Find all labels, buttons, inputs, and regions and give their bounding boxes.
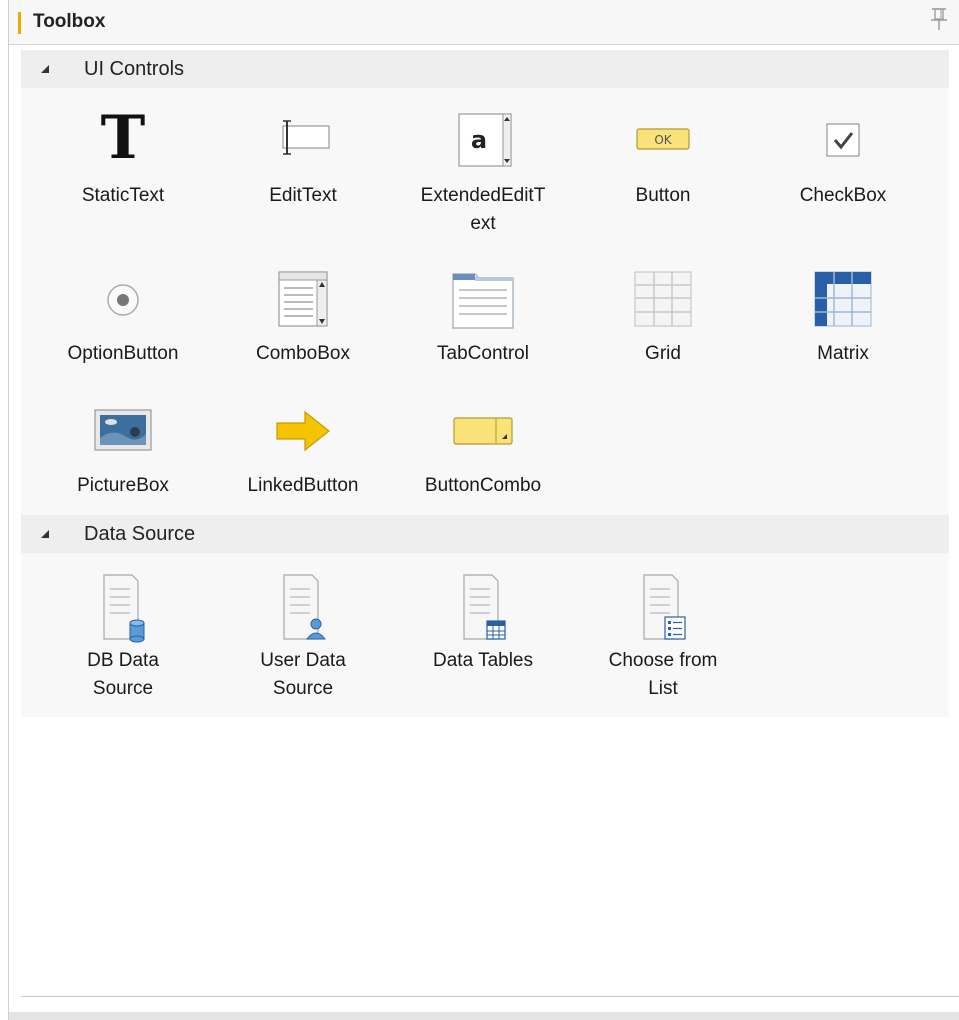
tool-checkbox[interactable]: CheckBox <box>763 88 923 238</box>
title-accent-bar <box>18 12 21 34</box>
section-body-ui-controls: T StaticText EditText a ExtendedEditT ex… <box>21 88 949 515</box>
toolbox-title: Toolbox <box>33 11 106 32</box>
tool-edit-text[interactable]: EditText <box>223 88 383 238</box>
panel-footer <box>9 1012 959 1020</box>
tool-static-text[interactable]: T StaticText <box>43 88 203 238</box>
tool-label: OptionButton <box>67 343 179 364</box>
tool-label: CheckBox <box>799 185 887 206</box>
section-label-data-source: Data Source <box>84 523 196 545</box>
tool-label: User Data Source <box>260 650 346 699</box>
tool-choose-from-list[interactable]: Choose from List <box>583 553 743 717</box>
tool-picture-box[interactable]: PictureBox <box>43 388 203 515</box>
button-combo-icon <box>453 417 513 445</box>
tool-label: ExtendedEditT ext <box>420 185 546 234</box>
tool-label: ComboBox <box>256 343 350 364</box>
tool-label: ButtonCombo <box>424 475 542 496</box>
pin-icon[interactable] <box>928 6 950 36</box>
tool-button-combo[interactable]: ButtonCombo <box>403 388 563 515</box>
tool-db-data-source[interactable]: DB Data Source <box>43 553 203 717</box>
user-data-source-icon <box>283 574 327 640</box>
tool-label: PictureBox <box>77 475 169 496</box>
tool-matrix[interactable]: Matrix <box>763 248 923 378</box>
tool-label: Button <box>635 185 691 206</box>
svg-text:a: a <box>471 126 487 154</box>
tool-button[interactable]: OK Button <box>583 88 743 238</box>
tool-label: Grid <box>645 343 681 364</box>
tool-tab-control[interactable]: TabControl <box>403 248 563 378</box>
tool-linked-button[interactable]: LinkedButton <box>223 388 383 515</box>
svg-text:OK: OK <box>654 133 672 147</box>
tool-option-button[interactable]: OptionButton <box>43 248 203 378</box>
toolbox-panel: Toolbox UI Controls T StaticText EditTex… <box>8 0 959 1020</box>
section-body-data-source: DB Data Source User Data Source Data Tab… <box>21 553 949 717</box>
tab-control-icon <box>452 273 514 329</box>
edit-text-icon <box>282 120 330 155</box>
data-tables-icon <box>463 574 506 640</box>
tool-label: Data Tables <box>433 650 533 671</box>
section-header-ui-controls[interactable]: UI Controls <box>21 50 949 88</box>
collapse-arrow-icon[interactable] <box>39 63 51 75</box>
svg-text:T: T <box>101 110 146 162</box>
tool-data-tables[interactable]: Data Tables <box>403 553 563 717</box>
tool-extended-edit-text[interactable]: a ExtendedEditT ext <box>403 88 563 238</box>
section-header-data-source[interactable]: Data Source <box>21 515 949 553</box>
content-bottom-border <box>21 996 959 997</box>
option-button-icon <box>107 284 139 316</box>
tool-label: TabControl <box>437 343 529 364</box>
toolbox-titlebar: Toolbox <box>9 0 959 45</box>
choose-from-list-icon <box>643 574 686 640</box>
combobox-icon <box>278 271 328 327</box>
collapse-arrow-icon[interactable] <box>39 528 51 540</box>
tool-combobox[interactable]: ComboBox <box>223 248 383 378</box>
picture-box-icon <box>94 409 152 451</box>
toolbox-content: UI Controls T StaticText EditText a Exte… <box>9 45 959 997</box>
tool-user-data-source[interactable]: User Data Source <box>223 553 383 717</box>
button-icon: OK <box>636 128 690 150</box>
tool-label: Matrix <box>817 343 869 364</box>
tool-label: Choose from List <box>608 650 718 699</box>
checkbox-icon <box>826 123 860 157</box>
static-text-icon: T <box>101 110 146 162</box>
extended-edit-text-icon: a <box>458 113 512 167</box>
tool-label: EditText <box>269 185 337 206</box>
tool-label: LinkedButton <box>247 475 359 496</box>
matrix-icon <box>814 271 872 327</box>
grid-icon <box>634 271 692 327</box>
tool-label: DB Data Source <box>87 650 159 699</box>
tool-label: StaticText <box>81 185 165 206</box>
db-data-source-icon <box>103 574 145 643</box>
tool-grid[interactable]: Grid <box>583 248 743 378</box>
linked-button-icon <box>276 410 330 452</box>
section-label-ui-controls: UI Controls <box>84 58 185 80</box>
